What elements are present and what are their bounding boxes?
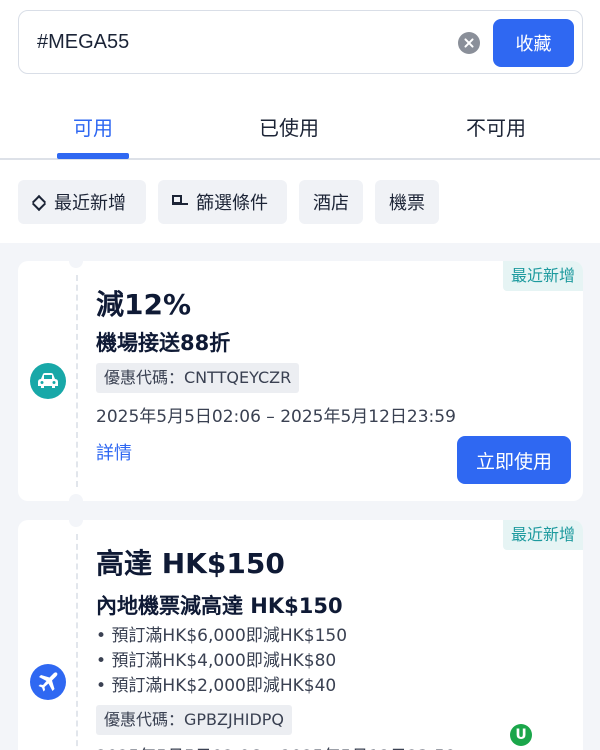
condition-item: 預訂滿HK$6,000即減HK$150	[96, 624, 347, 649]
clear-icon[interactable]	[458, 32, 480, 54]
favorite-button[interactable]: 收藏	[493, 19, 574, 67]
sort-label: 最近新增	[54, 193, 126, 214]
coupon-code: 優惠代碼：CNTTQEYCZR	[96, 363, 300, 393]
tab-unavailable[interactable]: 不可用	[466, 112, 526, 141]
card-divider	[76, 275, 78, 487]
coupon-title: 減12%	[96, 288, 192, 321]
tab-bar: 可用 已使用 不可用	[0, 92, 600, 160]
airplane-icon	[30, 664, 66, 700]
search-bar[interactable]: #MEGA55 收藏	[18, 10, 583, 74]
tab-available[interactable]: 可用	[73, 112, 113, 141]
coupon-conditions: 預訂滿HK$6,000即減HK$150 預訂滿HK$4,000即減HK$80 預…	[96, 624, 347, 699]
status-badge: 最近新增	[502, 520, 583, 550]
top-section: #MEGA55 收藏 可用 已使用 不可用 最近新增 篩選條件 酒店 機票	[0, 0, 600, 243]
car-icon	[30, 363, 66, 399]
coupon-title: 高達 HK$150	[96, 547, 285, 580]
condition-item: 預訂滿HK$2,000即減HK$40	[96, 674, 347, 699]
watermark-logo: U	[510, 724, 532, 746]
sort-icon	[32, 194, 46, 210]
coupon-card[interactable]: 最近新增 高達 HK$150 內地機票減高達 HK$150 預訂滿HK$6,00…	[18, 513, 583, 750]
search-input[interactable]: #MEGA55	[37, 31, 129, 54]
use-now-button[interactable]: 立即使用	[457, 436, 571, 484]
card-notch	[69, 254, 83, 268]
card-divider	[76, 534, 78, 750]
active-tab-indicator	[57, 153, 129, 159]
coupon-subtitle: 內地機票減高達 HK$150	[96, 594, 343, 618]
card-notch	[69, 494, 83, 508]
details-link[interactable]: 詳情	[96, 439, 132, 465]
status-badge: 最近新增	[502, 261, 583, 291]
coupon-date-range: 2025年5月5日02:06 – 2025年5月12日23:59	[96, 407, 456, 427]
tab-used[interactable]: 已使用	[259, 112, 319, 141]
card-notch	[69, 513, 83, 527]
hotel-chip[interactable]: 酒店	[299, 180, 363, 224]
coupon-subtitle: 機場接送88折	[96, 331, 231, 355]
sort-chip[interactable]: 最近新增	[18, 180, 146, 224]
filter-bar: 最近新增 篩選條件 酒店 機票	[0, 180, 600, 225]
filter-label: 篩選條件	[196, 193, 268, 214]
hotel-label: 酒店	[313, 193, 349, 214]
coupon-date-range: 2025年5月5日02:06 – 2025年5月12日23:59	[96, 742, 456, 750]
filter-icon	[172, 195, 188, 209]
flight-label: 機票	[389, 193, 425, 214]
coupon-card[interactable]: 最近新增 減12% 機場接送88折 優惠代碼：CNTTQEYCZR 2025年5…	[18, 254, 583, 508]
filter-chip[interactable]: 篩選條件	[158, 180, 287, 224]
condition-item: 預訂滿HK$4,000即減HK$80	[96, 649, 347, 674]
flight-chip[interactable]: 機票	[375, 180, 439, 224]
coupon-code: 優惠代碼：GPBZJHIDPQ	[96, 705, 293, 735]
